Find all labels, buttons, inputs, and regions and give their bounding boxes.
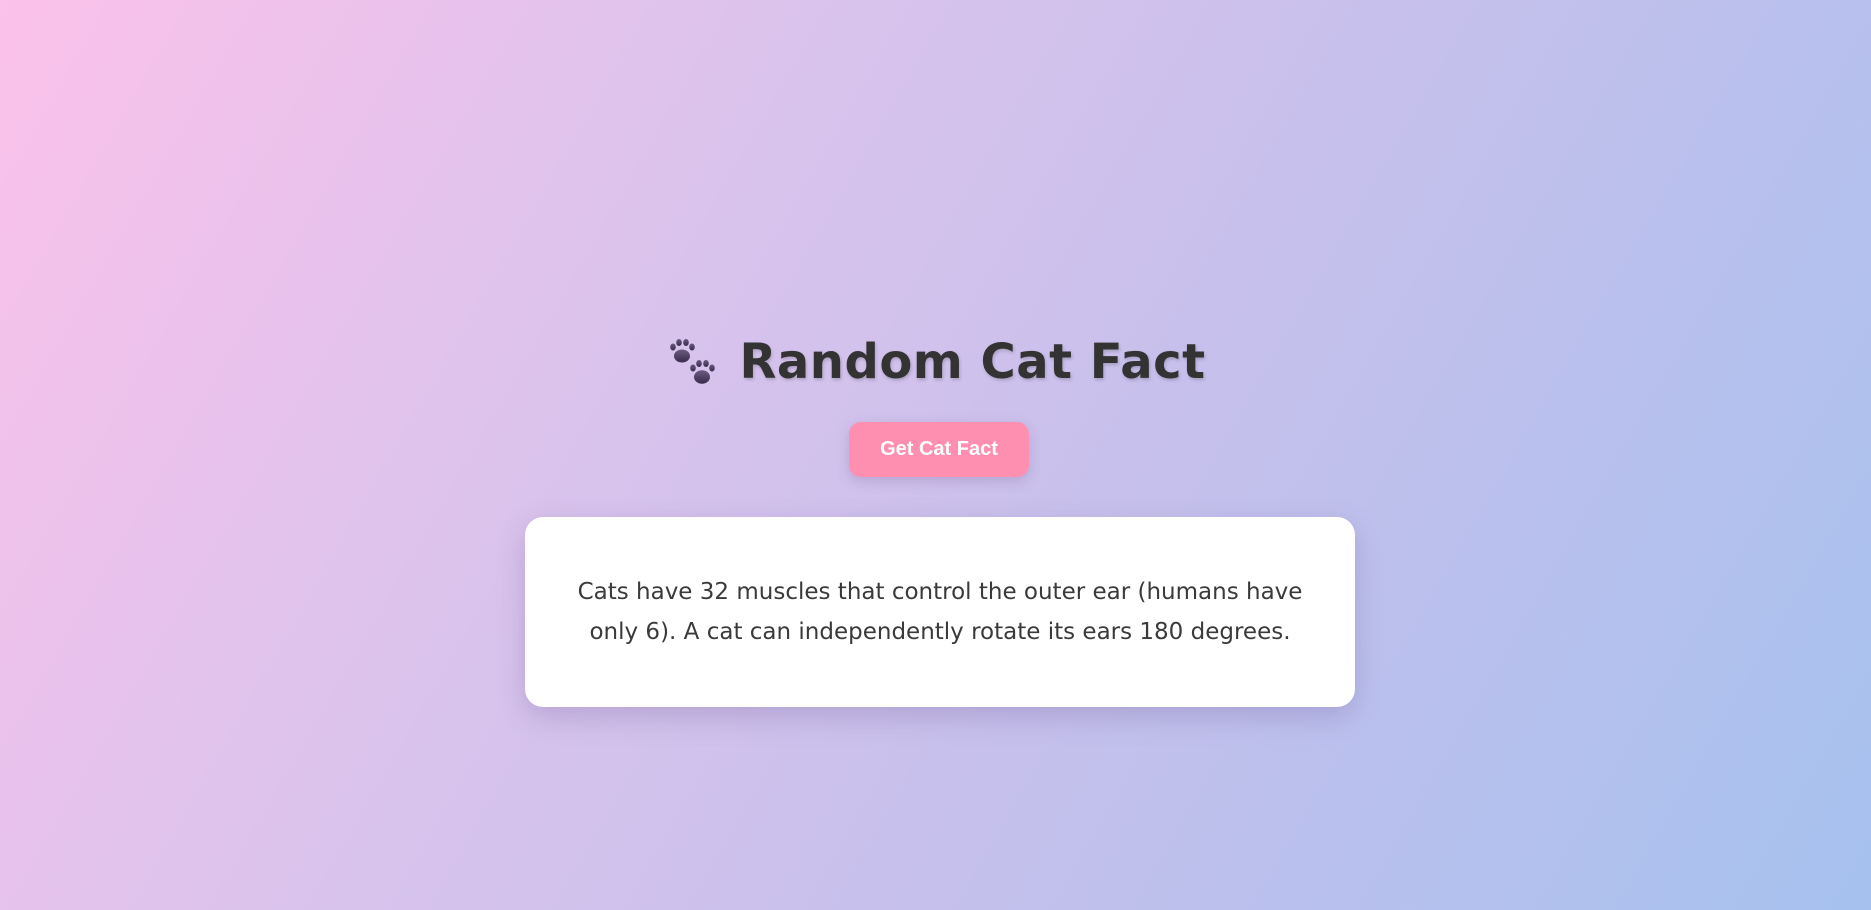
- header: Random Cat Fact: [0, 330, 1871, 394]
- get-cat-fact-button[interactable]: Get Cat Fact: [849, 422, 1029, 477]
- page-title: Random Cat Fact: [739, 334, 1206, 390]
- fact-text: Cats have 32 muscles that control the ou…: [577, 579, 1303, 645]
- fact-card: Cats have 32 muscles that control the ou…: [525, 517, 1355, 707]
- page: Random Cat Fact Get Cat Fact Cats have 3…: [0, 0, 1871, 910]
- paw-prints-icon: [665, 337, 717, 387]
